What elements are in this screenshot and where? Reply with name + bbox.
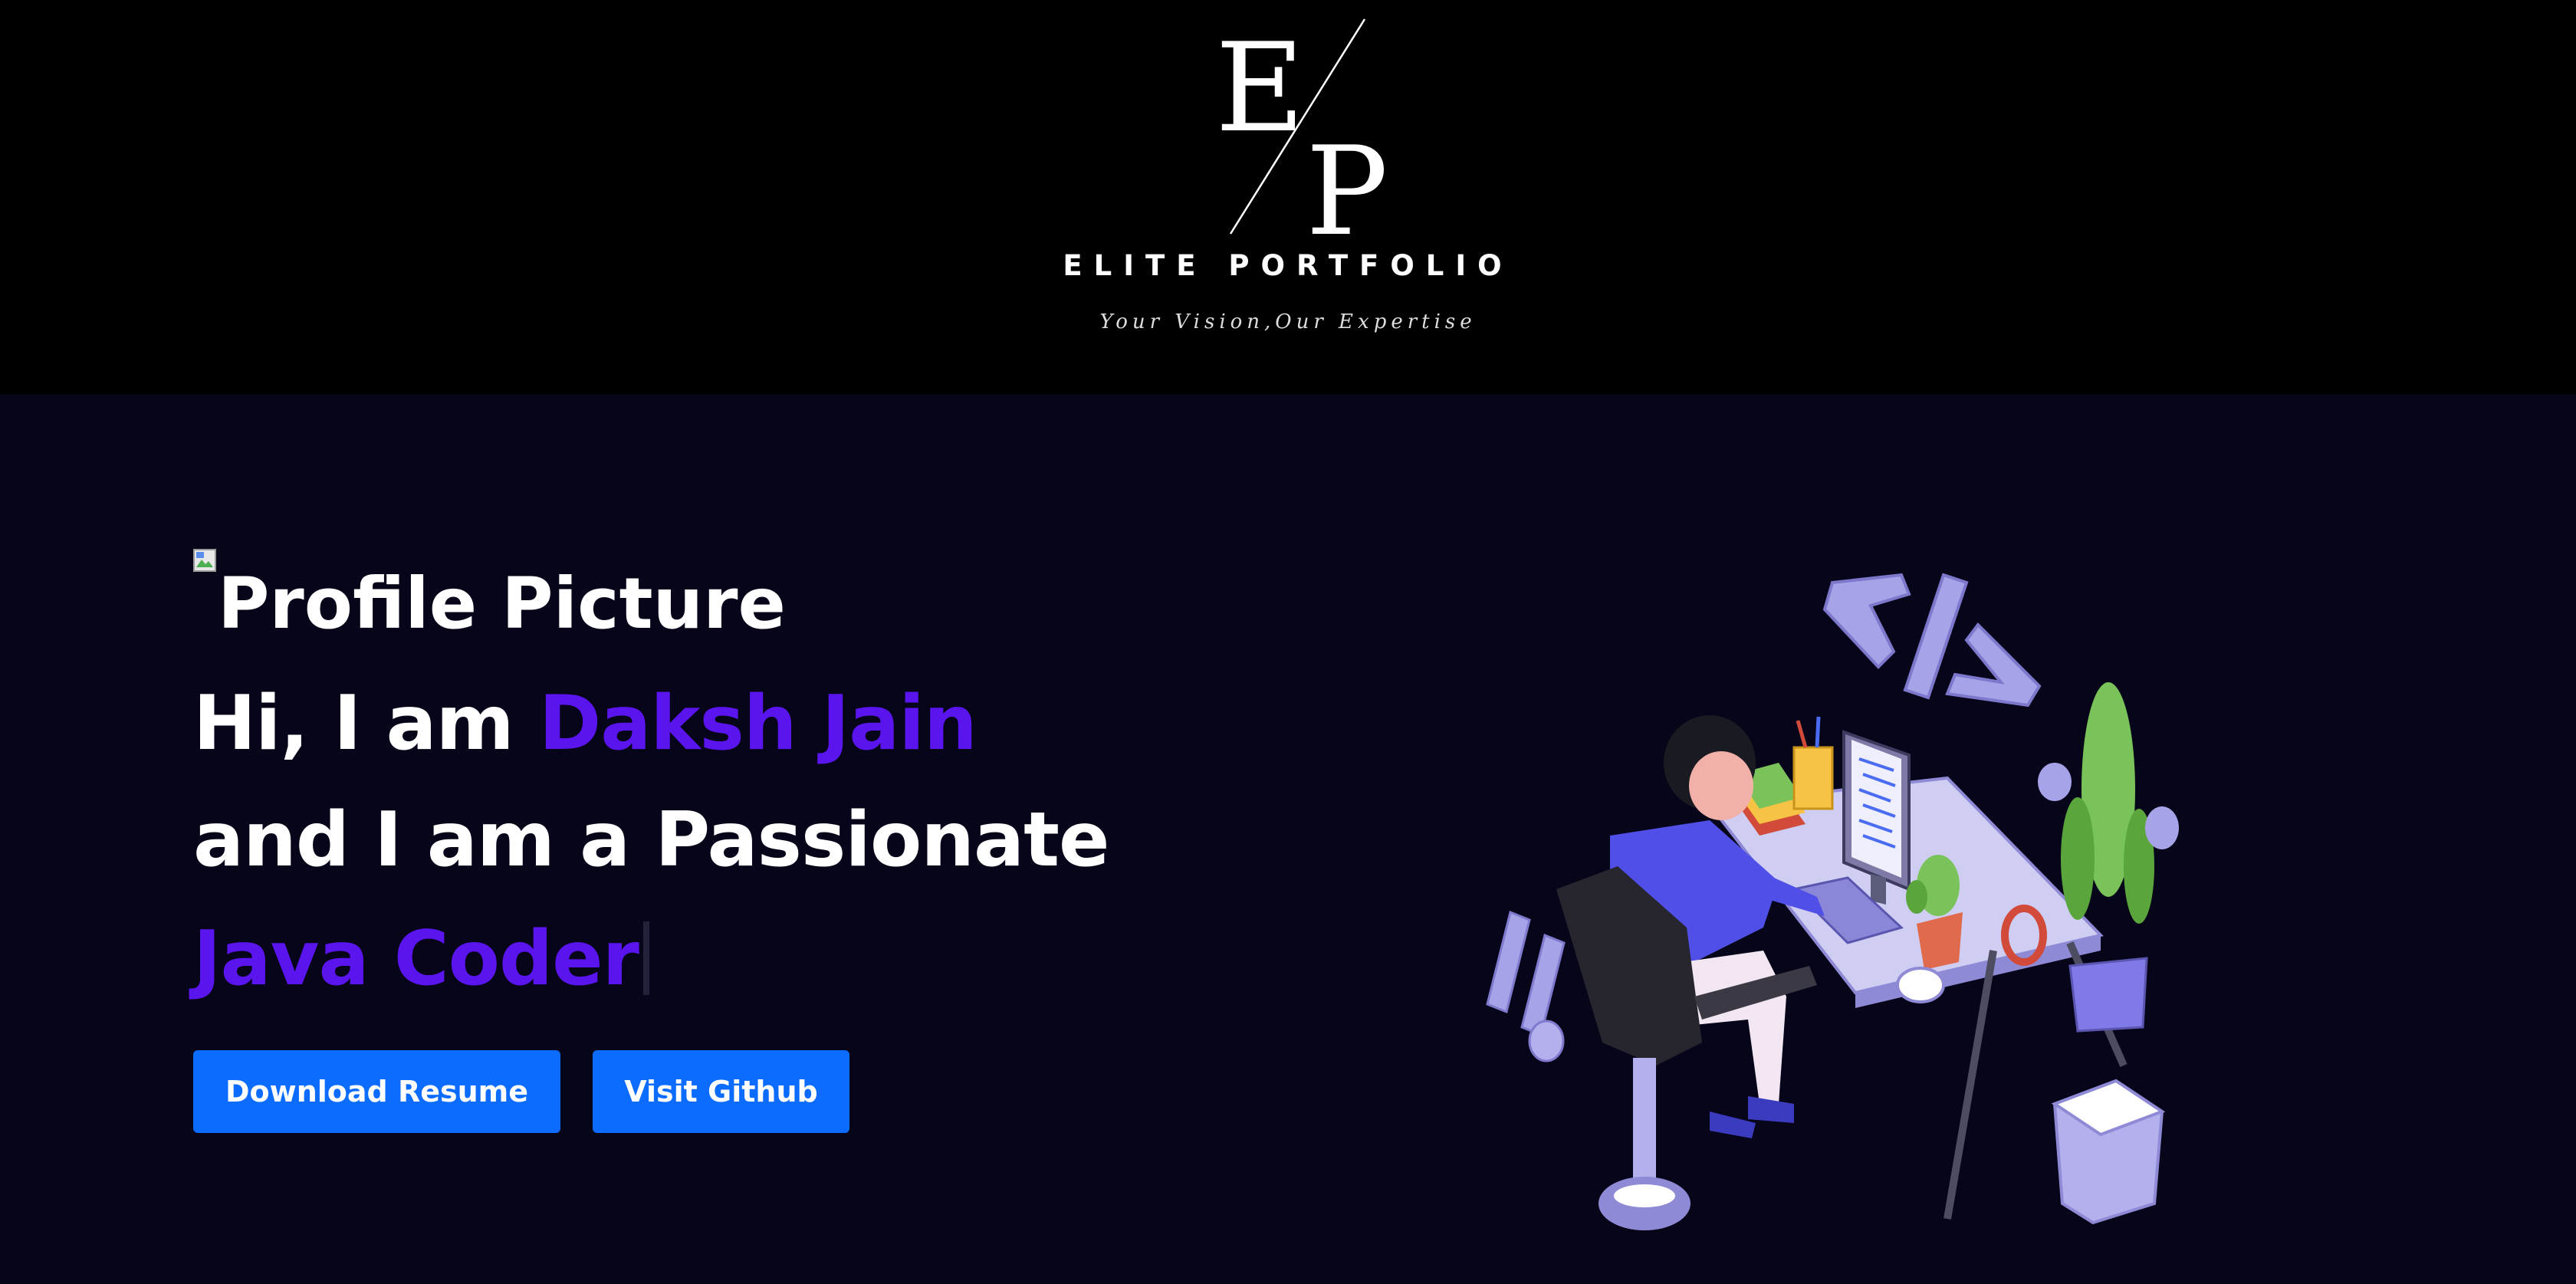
brand-tagline: Your Vision,Our Expertise (1099, 310, 1477, 333)
broken-image-icon (193, 549, 216, 572)
brand-logo[interactable]: E P ELITE PORTFOLIO Your Vision,Our Expe… (1058, 15, 1518, 353)
brand-name: ELITE PORTFOLIO (1063, 249, 1513, 282)
typing-cursor (642, 921, 649, 995)
decorative-bars (1486, 910, 1566, 1062)
potted-plant (2038, 682, 2179, 1033)
hero-name: Daksh Jain (538, 680, 978, 767)
typed-role-line: Java Coder (193, 921, 649, 997)
coffee-cup (1896, 967, 1945, 1003)
trash-can (2051, 1079, 2166, 1225)
site-header: E P ELITE PORTFOLIO Your Vision,Our Expe… (0, 0, 2576, 394)
page: E P ELITE PORTFOLIO Your Vision,Our Expe… (0, 0, 2576, 1284)
visit-github-button[interactable]: Visit Github (593, 1050, 849, 1133)
download-resume-button[interactable]: Download Resume (193, 1050, 560, 1133)
profile-picture-alt-text: Profile Picture (218, 563, 786, 645)
typed-role: Java Coder (193, 915, 639, 1003)
svg-text:P: P (1306, 120, 1388, 245)
hero-tagline: and I am a Passionate (193, 796, 1109, 884)
hero-greeting: Hi, I am Daksh Jain (193, 686, 978, 761)
developer-at-desk-illustration (1486, 573, 2179, 1230)
ep-monogram-logo: E P (1215, 16, 1388, 245)
code-brackets-icon (1822, 573, 2042, 708)
greeting-prefix: Hi, I am (193, 680, 539, 767)
profile-picture: Profile Picture (193, 549, 786, 641)
